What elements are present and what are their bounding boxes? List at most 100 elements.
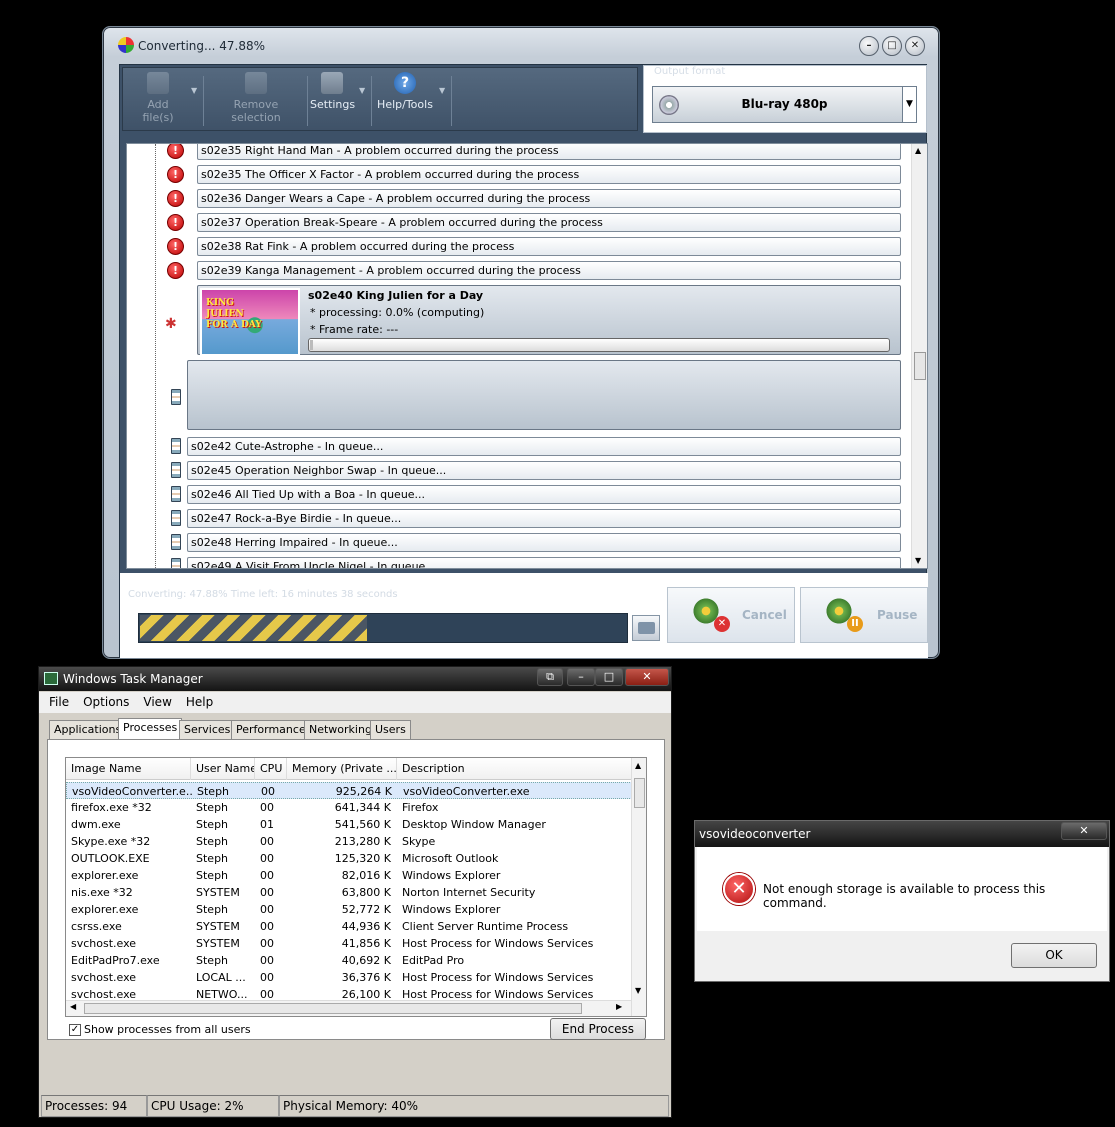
end-process-button[interactable]: End Process [550,1018,646,1040]
chevron-down-icon[interactable]: ▼ [902,87,916,122]
scroll-down-icon[interactable]: ▼ [915,556,921,565]
table-horizontal-scrollbar[interactable]: ◀ ▶ [66,1000,631,1016]
task-manager-icon [44,672,58,685]
table-cell: explorer.exe [71,869,139,882]
tab-services[interactable]: Services [179,720,236,739]
pause-button[interactable]: II Pause [800,587,928,643]
list-scrollbar[interactable]: ▲ ▼ [911,144,927,568]
minimize-button[interactable]: – [859,36,879,56]
column-header[interactable]: Memory (Private ... [287,758,397,780]
list-item[interactable]: s02e47 Rock-a-Bye Birdie - In queue... [187,509,901,528]
table-cell: firefox.exe *32 [71,801,152,814]
settings-button[interactable]: Settings [310,72,355,111]
table-cell: Norton Internet Security [402,886,536,899]
remove-selection-label: Remove selection [231,98,281,124]
table-row[interactable]: EditPadPro7.exe Steph 00 40,692 K EditPad Pr… [66,952,632,969]
list-item[interactable]: s02e42 Cute-Astrophe - In queue... [187,437,901,456]
chevron-down-icon[interactable]: ▼ [191,86,197,95]
table-row[interactable]: vsoVideoConverter.e... Steph 00 925,264 K vs… [66,782,632,799]
scroll-right-icon[interactable]: ▶ [616,1002,622,1011]
list-item[interactable]: s02e37 Operation Break-Speare - A proble… [197,213,901,232]
help-tools-button[interactable]: ? Help/Tools [377,72,433,111]
tab-users[interactable]: Users [370,720,411,739]
table-row[interactable]: Skype.exe *32 Steph 00 213,280 K Skype [66,833,632,850]
table-cell: nis.exe *32 [71,886,133,899]
column-header[interactable]: User Name [191,758,255,780]
checkbox-checked-icon[interactable]: ✓ [69,1023,81,1036]
dialog-title: vsovideoconverter [699,827,811,841]
table-row[interactable]: firefox.exe *32 Steph 00 641,344 K Firefox [66,799,632,816]
scroll-left-icon[interactable]: ◀ [70,1002,76,1011]
toolbar-separator [371,76,372,126]
list-item[interactable]: s02e49 A Visit From Uncle Nigel - In que… [187,557,901,568]
scroll-up-icon[interactable]: ▲ [915,146,921,155]
list-item[interactable]: s02e48 Herring Impaired - In queue... [187,533,901,552]
tab-processes[interactable]: Processes [118,718,183,740]
pause-label: Pause [877,608,918,622]
dialog-close-button[interactable]: ✕ [1061,822,1107,840]
pending-job-panel[interactable] [187,360,901,430]
chevron-down-icon[interactable]: ▼ [439,86,445,95]
table-cell: 00 [260,954,274,967]
table-cell: Host Process for Windows Services [402,971,594,984]
table-cell: 63,800 K [341,886,391,899]
cancel-button[interactable]: ✕ Cancel [667,587,795,643]
ok-button[interactable]: OK [1011,943,1097,968]
maximize-button[interactable]: □ [595,668,623,686]
scroll-up-icon[interactable]: ▲ [635,761,641,770]
table-row[interactable]: OUTLOOK.EXE Steph 00 125,320 K Microsoft Out… [66,850,632,867]
overall-progress-bar [138,613,628,643]
menu-item-file[interactable]: File [49,695,69,709]
scrollbar-thumb[interactable] [914,352,926,380]
list-item[interactable]: s02e38 Rat Fink - A problem occurred dur… [197,237,901,256]
column-header[interactable]: Image Name [66,758,191,780]
minimize-button[interactable]: – [567,668,595,686]
table-row[interactable]: svchost.exe SYSTEM 00 41,856 K Host Process … [66,935,632,952]
table-row[interactable]: explorer.exe Steph 00 82,016 K Windows Explo… [66,867,632,884]
table-header: Image Name User Name CPU Memory (Private ..… [66,758,632,780]
table-cell: Microsoft Outlook [402,852,499,865]
close-button[interactable]: ✕ [625,668,669,686]
list-item[interactable]: s02e35 The Officer X Factor - A problem … [197,165,901,184]
list-item[interactable]: s02e36 Danger Wears a Cape - A problem o… [197,189,901,208]
list-item[interactable]: s02e39 Kanga Management - A problem occu… [197,261,901,280]
tab-performance[interactable]: Performance [231,720,311,739]
table-cell: Client Server Runtime Process [402,920,569,933]
overall-progress-fill [140,615,367,641]
open-folder-button[interactable] [632,615,660,641]
maximize-button[interactable]: □ [882,36,902,56]
table-row[interactable]: dwm.exe Steph 01 541,560 K Desktop Window Ma… [66,816,632,833]
scrollbar-thumb[interactable] [634,778,645,808]
table-row[interactable]: explorer.exe Steph 00 52,772 K Windows Explo… [66,901,632,918]
table-row[interactable]: nis.exe *32 SYSTEM 00 63,800 K Norton Intern… [66,884,632,901]
scroll-down-icon[interactable]: ▼ [635,986,641,995]
restore-window-button[interactable]: ⧉ [537,668,563,686]
list-item[interactable]: s02e35 Right Hand Man - A problem occurr… [197,144,901,160]
list-item[interactable]: s02e46 All Tied Up with a Boa - In queue… [187,485,901,504]
table-cell: 925,264 K [335,785,392,798]
table-row[interactable]: svchost.exe LOCAL ... 00 36,376 K Host Proce… [66,969,632,986]
disc-icon [659,95,679,115]
column-header[interactable]: Description [397,758,632,780]
table-row[interactable]: csrss.exe SYSTEM 00 44,936 K Client Server R… [66,918,632,935]
tab-applications[interactable]: Applications [49,720,127,739]
menu-item-options[interactable]: Options [83,695,129,709]
menu-item-help[interactable]: Help [186,695,213,709]
current-job-framerate: * Frame rate: --- [310,323,399,336]
menu-bar: File Options View Help [39,692,671,713]
table-cell: 00 [260,971,274,984]
chevron-down-icon[interactable]: ▼ [359,86,365,95]
hourglass-icon [171,558,181,568]
close-button[interactable]: ✕ [905,36,925,56]
menu-item-view[interactable]: View [143,695,171,709]
tab-networking[interactable]: Networking [304,720,377,739]
show-all-users-checkbox[interactable]: ✓ Show processes from all users [69,1023,251,1036]
remove-selection-button[interactable]: Remove selection [209,72,303,124]
list-item[interactable]: s02e45 Operation Neighbor Swap - In queu… [187,461,901,480]
current-job-panel[interactable]: KING JULIEN FOR A DAY s02e40 King Julien… [197,285,901,356]
hscrollbar-thumb[interactable] [84,1003,582,1014]
column-header[interactable]: CPU [255,758,287,780]
add-files-button[interactable]: Add file(s) [131,72,185,124]
output-format-select[interactable]: Blu-ray 480p ▼ [652,86,917,123]
table-vertical-scrollbar[interactable]: ▲ ▼ [631,758,646,1016]
